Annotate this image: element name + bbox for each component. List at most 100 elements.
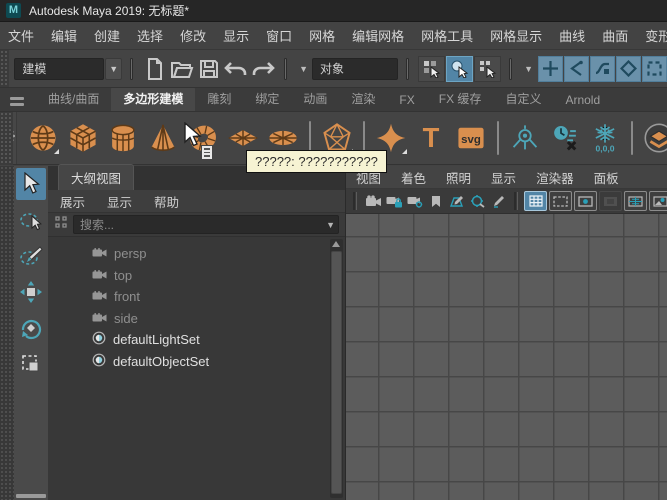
freeze-transform-icon[interactable]: 0,0,0 — [586, 119, 624, 157]
menu-set-arrow-icon[interactable]: ▼ — [105, 58, 122, 80]
scale-tool-icon[interactable] — [16, 348, 46, 380]
toolbox-resize-handle[interactable] — [16, 494, 46, 498]
selection-mask-field[interactable]: 对象 — [312, 58, 398, 80]
viewport-canvas[interactable] — [346, 214, 667, 500]
menubar-item-12[interactable]: 曲面 — [602, 26, 628, 45]
menubar-item-13[interactable]: 变形 — [645, 26, 667, 45]
shelf-tab-4[interactable]: 动画 — [291, 86, 339, 111]
shelf-tab-1[interactable]: 多边形建模 — [111, 86, 195, 111]
outliner-tab[interactable]: 大纲视图 — [58, 164, 134, 190]
camera-icon[interactable] — [362, 191, 383, 211]
paint-select-tool-icon[interactable] — [16, 240, 46, 272]
outliner-item-front[interactable]: front — [48, 286, 345, 308]
menu-set-selector[interactable]: 建模 — [14, 58, 104, 80]
image-plane-icon[interactable] — [446, 191, 467, 211]
annotate-icon[interactable] — [488, 191, 509, 211]
snap-curve-icon[interactable] — [590, 56, 615, 82]
menubar-item-6[interactable]: 窗口 — [266, 26, 292, 45]
filter-icon[interactable] — [54, 215, 68, 234]
pan-zoom-icon[interactable] — [467, 191, 488, 211]
select-object-icon[interactable] — [446, 56, 473, 82]
shelf-tab-5[interactable]: 渲染 — [339, 86, 387, 111]
film-gate-icon[interactable] — [549, 191, 572, 211]
save-scene-icon[interactable] — [195, 56, 222, 82]
type-tool-icon[interactable]: T — [412, 119, 450, 157]
snap-move-icon[interactable] — [538, 56, 563, 82]
viewport-menu-1[interactable]: 着色 — [401, 168, 426, 187]
shelf-tab-6[interactable]: FX — [387, 89, 426, 111]
outliner-scrollbar[interactable] — [330, 239, 343, 498]
resolution-gate-icon[interactable] — [574, 191, 597, 211]
poly-cone-icon[interactable] — [144, 119, 182, 157]
redo-icon[interactable] — [249, 56, 276, 82]
open-scene-icon[interactable] — [168, 56, 195, 82]
snap-angle-icon[interactable] — [564, 56, 589, 82]
scrollbar-thumb[interactable] — [331, 251, 342, 494]
new-scene-icon[interactable] — [141, 56, 168, 82]
poly-cylinder-icon[interactable] — [104, 119, 142, 157]
menubar-item-0[interactable]: 文件 — [8, 26, 34, 45]
search-dropdown-icon[interactable]: ▼ — [326, 220, 335, 230]
outliner-search-input[interactable] — [73, 215, 339, 234]
rotate-tool-icon[interactable] — [16, 312, 46, 344]
toolbar-separator — [514, 192, 518, 210]
grid-toggle-icon[interactable] — [524, 191, 547, 211]
menubar-item-11[interactable]: 曲线 — [559, 26, 585, 45]
menubar-item-9[interactable]: 网格工具 — [421, 26, 473, 45]
svg-tool-icon[interactable]: svg — [452, 119, 490, 157]
snap-live-icon[interactable] — [642, 56, 667, 82]
shelf-tab-8[interactable]: 自定义 — [493, 86, 553, 111]
menubar-item-4[interactable]: 修改 — [180, 26, 206, 45]
sweep-layers-icon[interactable] — [640, 119, 667, 157]
shelf-tab-2[interactable]: 雕刻 — [195, 86, 243, 111]
poly-cube-icon[interactable] — [64, 119, 102, 157]
move-tool-icon[interactable] — [16, 276, 46, 308]
outliner-item-defaultLightSet[interactable]: defaultLightSet — [48, 329, 345, 351]
poly-sphere-icon[interactable] — [24, 119, 62, 157]
outliner-item-top[interactable]: top — [48, 265, 345, 287]
shelf-tab-7[interactable]: FX 缓存 — [427, 86, 494, 111]
menubar-item-3[interactable]: 选择 — [137, 26, 163, 45]
menubar-item-7[interactable]: 网格 — [309, 26, 335, 45]
snap-section-arrow-icon[interactable]: ▼ — [524, 64, 533, 74]
outliner-item-defaultObjectSet[interactable]: defaultObjectSet — [48, 351, 345, 373]
shelf-grip[interactable] — [0, 112, 13, 165]
snap-point-icon[interactable] — [616, 56, 641, 82]
select-component-icon[interactable] — [474, 56, 501, 82]
selection-mask-arrow-icon[interactable]: ▼ — [299, 64, 308, 74]
undo-icon[interactable] — [222, 56, 249, 82]
camera-lock-icon[interactable] — [383, 191, 404, 211]
select-hierarchy-icon[interactable] — [418, 56, 445, 82]
menubar-item-1[interactable]: 编辑 — [51, 26, 77, 45]
shelf-tab-9[interactable]: Arnold — [553, 89, 612, 111]
menubar-item-2[interactable]: 创建 — [94, 26, 120, 45]
menubar-item-8[interactable]: 编辑网格 — [352, 26, 404, 45]
viewport-menu-5[interactable]: 面板 — [594, 168, 619, 187]
outliner-menu-0[interactable]: 展示 — [60, 192, 85, 211]
outliner-menu-2[interactable]: 帮助 — [154, 192, 179, 211]
shelf-tab-0[interactable]: 曲线/曲面 — [36, 86, 111, 111]
toolbox-grip[interactable] — [0, 166, 14, 500]
statusline-grip[interactable] — [0, 50, 9, 87]
menubar-item-5[interactable]: 显示 — [223, 26, 249, 45]
viewport-menu-4[interactable]: 渲染器 — [536, 168, 574, 187]
lasso-tool-icon[interactable] — [16, 204, 46, 236]
shelf-tab-3[interactable]: 绑定 — [243, 86, 291, 111]
outliner-menu-1[interactable]: 显示 — [107, 192, 132, 211]
shelf-menu-icon[interactable] — [4, 91, 30, 111]
rgb-channels-icon[interactable] — [649, 191, 667, 211]
select-tool-icon[interactable] — [16, 168, 46, 200]
construction-projector-icon[interactable] — [506, 119, 544, 157]
camera-settings-icon[interactable] — [404, 191, 425, 211]
bookmark-icon[interactable] — [425, 191, 446, 211]
scroll-up-icon[interactable] — [332, 241, 340, 247]
viewport-menu-2[interactable]: 照明 — [446, 168, 471, 187]
outliner-item-label: defaultLightSet — [113, 332, 200, 347]
outliner-item-side[interactable]: side — [48, 308, 345, 330]
outliner-item-persp[interactable]: persp — [48, 243, 345, 265]
viewport-menu-3[interactable]: 显示 — [491, 168, 516, 187]
delete-history-icon[interactable] — [546, 119, 584, 157]
field-chart-icon[interactable] — [624, 191, 647, 211]
menubar-item-10[interactable]: 网格显示 — [490, 26, 542, 45]
gate-mask-icon[interactable] — [599, 191, 622, 211]
